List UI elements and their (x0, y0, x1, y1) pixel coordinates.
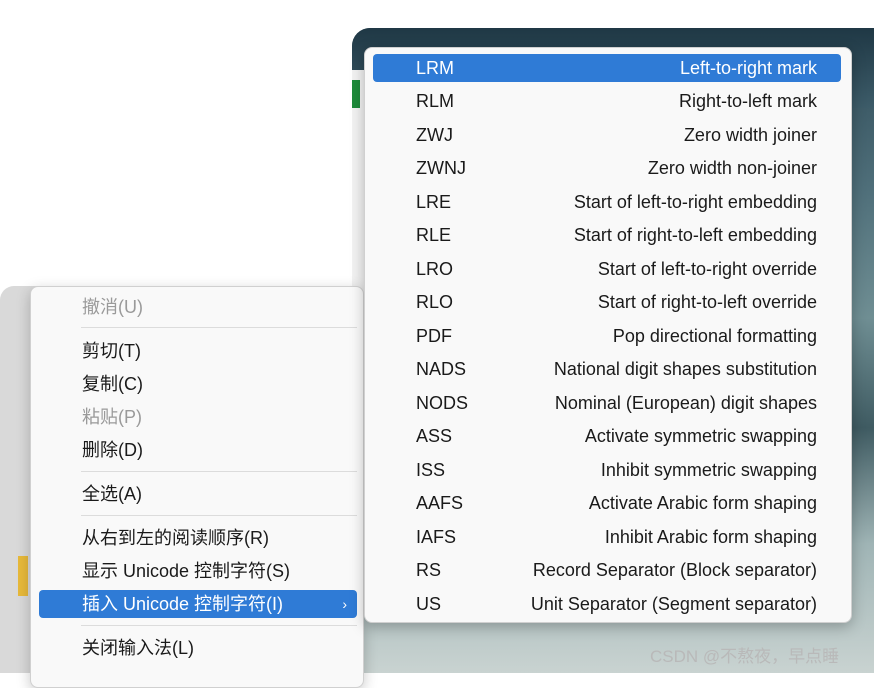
menu-separator (81, 327, 357, 328)
context-menu: 撤消(U) 剪切(T) 复制(C) 粘贴(P) 删除(D) 全选(A) 从右到左… (30, 286, 364, 688)
submenu-item-nods[interactable]: NODS Nominal (European) digit shapes (373, 389, 841, 417)
submenu-item-iafs[interactable]: IAFS Inhibit Arabic form shaping (373, 523, 841, 551)
menu-separator (81, 515, 357, 516)
menu-item-undo: 撤消(U) (82, 297, 143, 317)
submenu-item-zwj[interactable]: ZWJ Zero width joiner (373, 121, 841, 149)
submenu-item-aafs[interactable]: AAFS Activate Arabic form shaping (373, 489, 841, 517)
menu-item-rtl-reading-order[interactable]: 从右到左的阅读顺序(R) (39, 524, 357, 552)
menu-item-show-unicode-control[interactable]: 显示 Unicode 控制字符(S) (39, 557, 357, 585)
background-folder-icon (18, 556, 28, 596)
menu-item-insert-unicode-control[interactable]: 插入 Unicode 控制字符(I) › (39, 590, 357, 618)
submenu-item-rs[interactable]: RS Record Separator (Block separator) (373, 556, 841, 584)
submenu-item-rlo[interactable]: RLO Start of right-to-left override (373, 288, 841, 316)
submenu-item-rle[interactable]: RLE Start of right-to-left embedding (373, 221, 841, 249)
submenu-item-lrm[interactable]: LRM Left-to-right mark (373, 54, 841, 82)
submenu-item-iss[interactable]: ISS Inhibit symmetric swapping (373, 456, 841, 484)
menu-item-paste: 粘贴(P) (82, 407, 142, 427)
chevron-right-icon: › (342, 596, 347, 612)
submenu-item-nads[interactable]: NADS National digit shapes substitution (373, 355, 841, 383)
menu-item-close-ime[interactable]: 关闭输入法(L) (39, 634, 357, 662)
unicode-control-submenu: LRM Left-to-right mark RLM Right-to-left m… (364, 47, 852, 623)
submenu-item-ass[interactable]: ASS Activate symmetric swapping (373, 422, 841, 450)
submenu-item-zwnj[interactable]: ZWNJ Zero width non-joiner (373, 154, 841, 182)
submenu-item-lre[interactable]: LRE Start of left-to-right embedding (373, 188, 841, 216)
submenu-item-us[interactable]: US Unit Separator (Segment separator) (373, 590, 841, 618)
submenu-item-lro[interactable]: LRO Start of left-to-right override (373, 255, 841, 283)
submenu-item-pdf[interactable]: PDF Pop directional formatting (373, 322, 841, 350)
menu-separator (81, 471, 357, 472)
menu-separator (81, 625, 357, 626)
menu-item-select-all[interactable]: 全选(A) (39, 480, 357, 508)
menu-item-cut[interactable]: 剪切(T) (39, 337, 357, 365)
background-green-marker (352, 80, 360, 108)
watermark: CSDN @不熬夜，早点睡 (650, 647, 840, 666)
submenu-item-rlm[interactable]: RLM Right-to-left mark (373, 87, 841, 115)
menu-item-copy[interactable]: 复制(C) (39, 370, 357, 398)
menu-item-delete[interactable]: 删除(D) (39, 436, 357, 464)
